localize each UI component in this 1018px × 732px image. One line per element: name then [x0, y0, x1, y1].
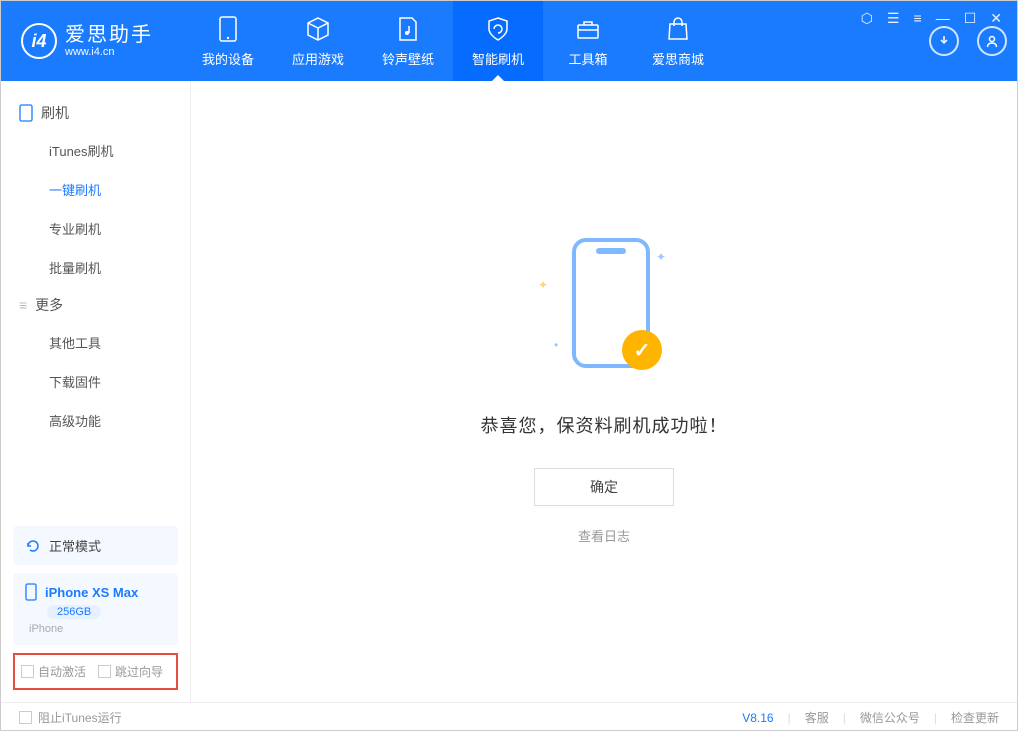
header-right	[929, 26, 1007, 56]
list-icon[interactable]: ≡	[914, 10, 922, 27]
version-label: V8.16	[742, 711, 773, 725]
sidebar-item-itunes-flash[interactable]: iTunes刷机	[1, 131, 190, 170]
service-link[interactable]: 客服	[805, 709, 829, 726]
checkbox-label: 跳过向导	[115, 663, 163, 680]
sparkle-icon: •	[554, 338, 558, 352]
success-message: 恭喜您，保资料刷机成功啦！	[481, 412, 728, 438]
tab-label: 智能刷机	[472, 49, 524, 68]
auto-activate-checkbox[interactable]: 自动激活	[21, 663, 86, 680]
tab-label: 工具箱	[568, 49, 607, 68]
device-capacity: 256GB	[47, 605, 101, 619]
sparkle-icon: ✦	[656, 250, 666, 264]
menu-icon[interactable]: ☰	[887, 10, 900, 27]
section-more: ≡ 更多	[1, 287, 190, 323]
tab-label: 爱思商城	[652, 49, 704, 68]
cube-icon	[304, 15, 332, 43]
tab-flash[interactable]: 智能刷机	[453, 1, 543, 81]
minimize-button[interactable]: —	[936, 10, 950, 27]
skip-guide-checkbox[interactable]: 跳过向导	[98, 663, 163, 680]
sidebar-item-download-firmware[interactable]: 下载固件	[1, 362, 190, 401]
check-badge-icon: ✓	[622, 330, 662, 370]
mode-label: 正常模式	[49, 536, 101, 555]
logo-icon: i4	[21, 23, 57, 59]
nav-tabs: 我的设备 应用游戏 铃声壁纸 智能刷机 工具箱 爱思商城	[183, 1, 723, 81]
view-log-link[interactable]: 查看日志	[578, 526, 630, 545]
device-icon	[19, 104, 33, 122]
checkbox-label: 阻止iTunes运行	[38, 709, 122, 726]
toolbox-icon	[574, 15, 602, 43]
highlight-checkboxes: 自动激活 跳过向导	[13, 653, 178, 690]
device-name: iPhone XS Max	[45, 585, 138, 600]
device-type: iPhone	[29, 623, 63, 635]
ok-button[interactable]: 确定	[534, 468, 674, 506]
user-button[interactable]	[977, 26, 1007, 56]
music-file-icon	[394, 15, 422, 43]
app-footer: 阻止iTunes运行 V8.16 | 客服 | 微信公众号 | 检查更新	[1, 702, 1017, 732]
tab-ringtones[interactable]: 铃声壁纸	[363, 1, 453, 81]
device-card[interactable]: iPhone XS Max 256GB iPhone	[13, 573, 178, 645]
list-icon: ≡	[19, 297, 27, 313]
wechat-link[interactable]: 微信公众号	[860, 709, 920, 726]
sidebar: 刷机 iTunes刷机 一键刷机 专业刷机 批量刷机 ≡ 更多 其他工具 下载固…	[1, 81, 191, 702]
sidebar-item-pro-flash[interactable]: 专业刷机	[1, 209, 190, 248]
tab-label: 应用游戏	[292, 49, 344, 68]
app-title: 爱思助手	[65, 24, 153, 46]
tab-my-device[interactable]: 我的设备	[183, 1, 273, 81]
tab-toolbox[interactable]: 工具箱	[543, 1, 633, 81]
app-subtitle: www.i4.cn	[65, 46, 153, 58]
download-button[interactable]	[929, 26, 959, 56]
shirt-icon[interactable]: ⬡	[861, 10, 873, 27]
tab-label: 铃声壁纸	[382, 49, 434, 68]
bag-icon	[664, 15, 692, 43]
mode-card[interactable]: 正常模式	[13, 526, 178, 565]
block-itunes-checkbox[interactable]: 阻止iTunes运行	[19, 709, 122, 726]
tab-label: 我的设备	[202, 49, 254, 68]
main-content: ✦ • ✦ ✓ 恭喜您，保资料刷机成功啦！ 确定 查看日志	[191, 81, 1017, 702]
sidebar-item-other-tools[interactable]: 其他工具	[1, 323, 190, 362]
maximize-button[interactable]: ☐	[964, 10, 977, 27]
app-header: ⬡ ☰ ≡ — ☐ ✕ i4 爱思助手 www.i4.cn 我的设备 应用游戏 …	[1, 1, 1017, 81]
tab-apps-games[interactable]: 应用游戏	[273, 1, 363, 81]
app-logo: i4 爱思助手 www.i4.cn	[21, 23, 153, 59]
section-flash: 刷机	[1, 95, 190, 131]
sidebar-item-batch-flash[interactable]: 批量刷机	[1, 248, 190, 287]
tab-store[interactable]: 爱思商城	[633, 1, 723, 81]
close-button[interactable]: ✕	[990, 10, 1002, 27]
success-illustration: ✦ • ✦ ✓	[544, 238, 664, 384]
shield-refresh-icon	[484, 15, 512, 43]
window-controls: ⬡ ☰ ≡ — ☐ ✕	[861, 10, 1002, 27]
sparkle-icon: ✦	[538, 278, 548, 292]
checkbox-label: 自动激活	[38, 663, 86, 680]
check-update-link[interactable]: 检查更新	[951, 709, 999, 726]
section-title: 刷机	[41, 103, 69, 123]
sidebar-item-advanced[interactable]: 高级功能	[1, 401, 190, 440]
phone-icon	[25, 583, 37, 601]
section-title: 更多	[35, 295, 63, 315]
sidebar-item-one-click-flash[interactable]: 一键刷机	[1, 170, 190, 209]
refresh-icon	[25, 538, 41, 554]
phone-icon	[214, 15, 242, 43]
